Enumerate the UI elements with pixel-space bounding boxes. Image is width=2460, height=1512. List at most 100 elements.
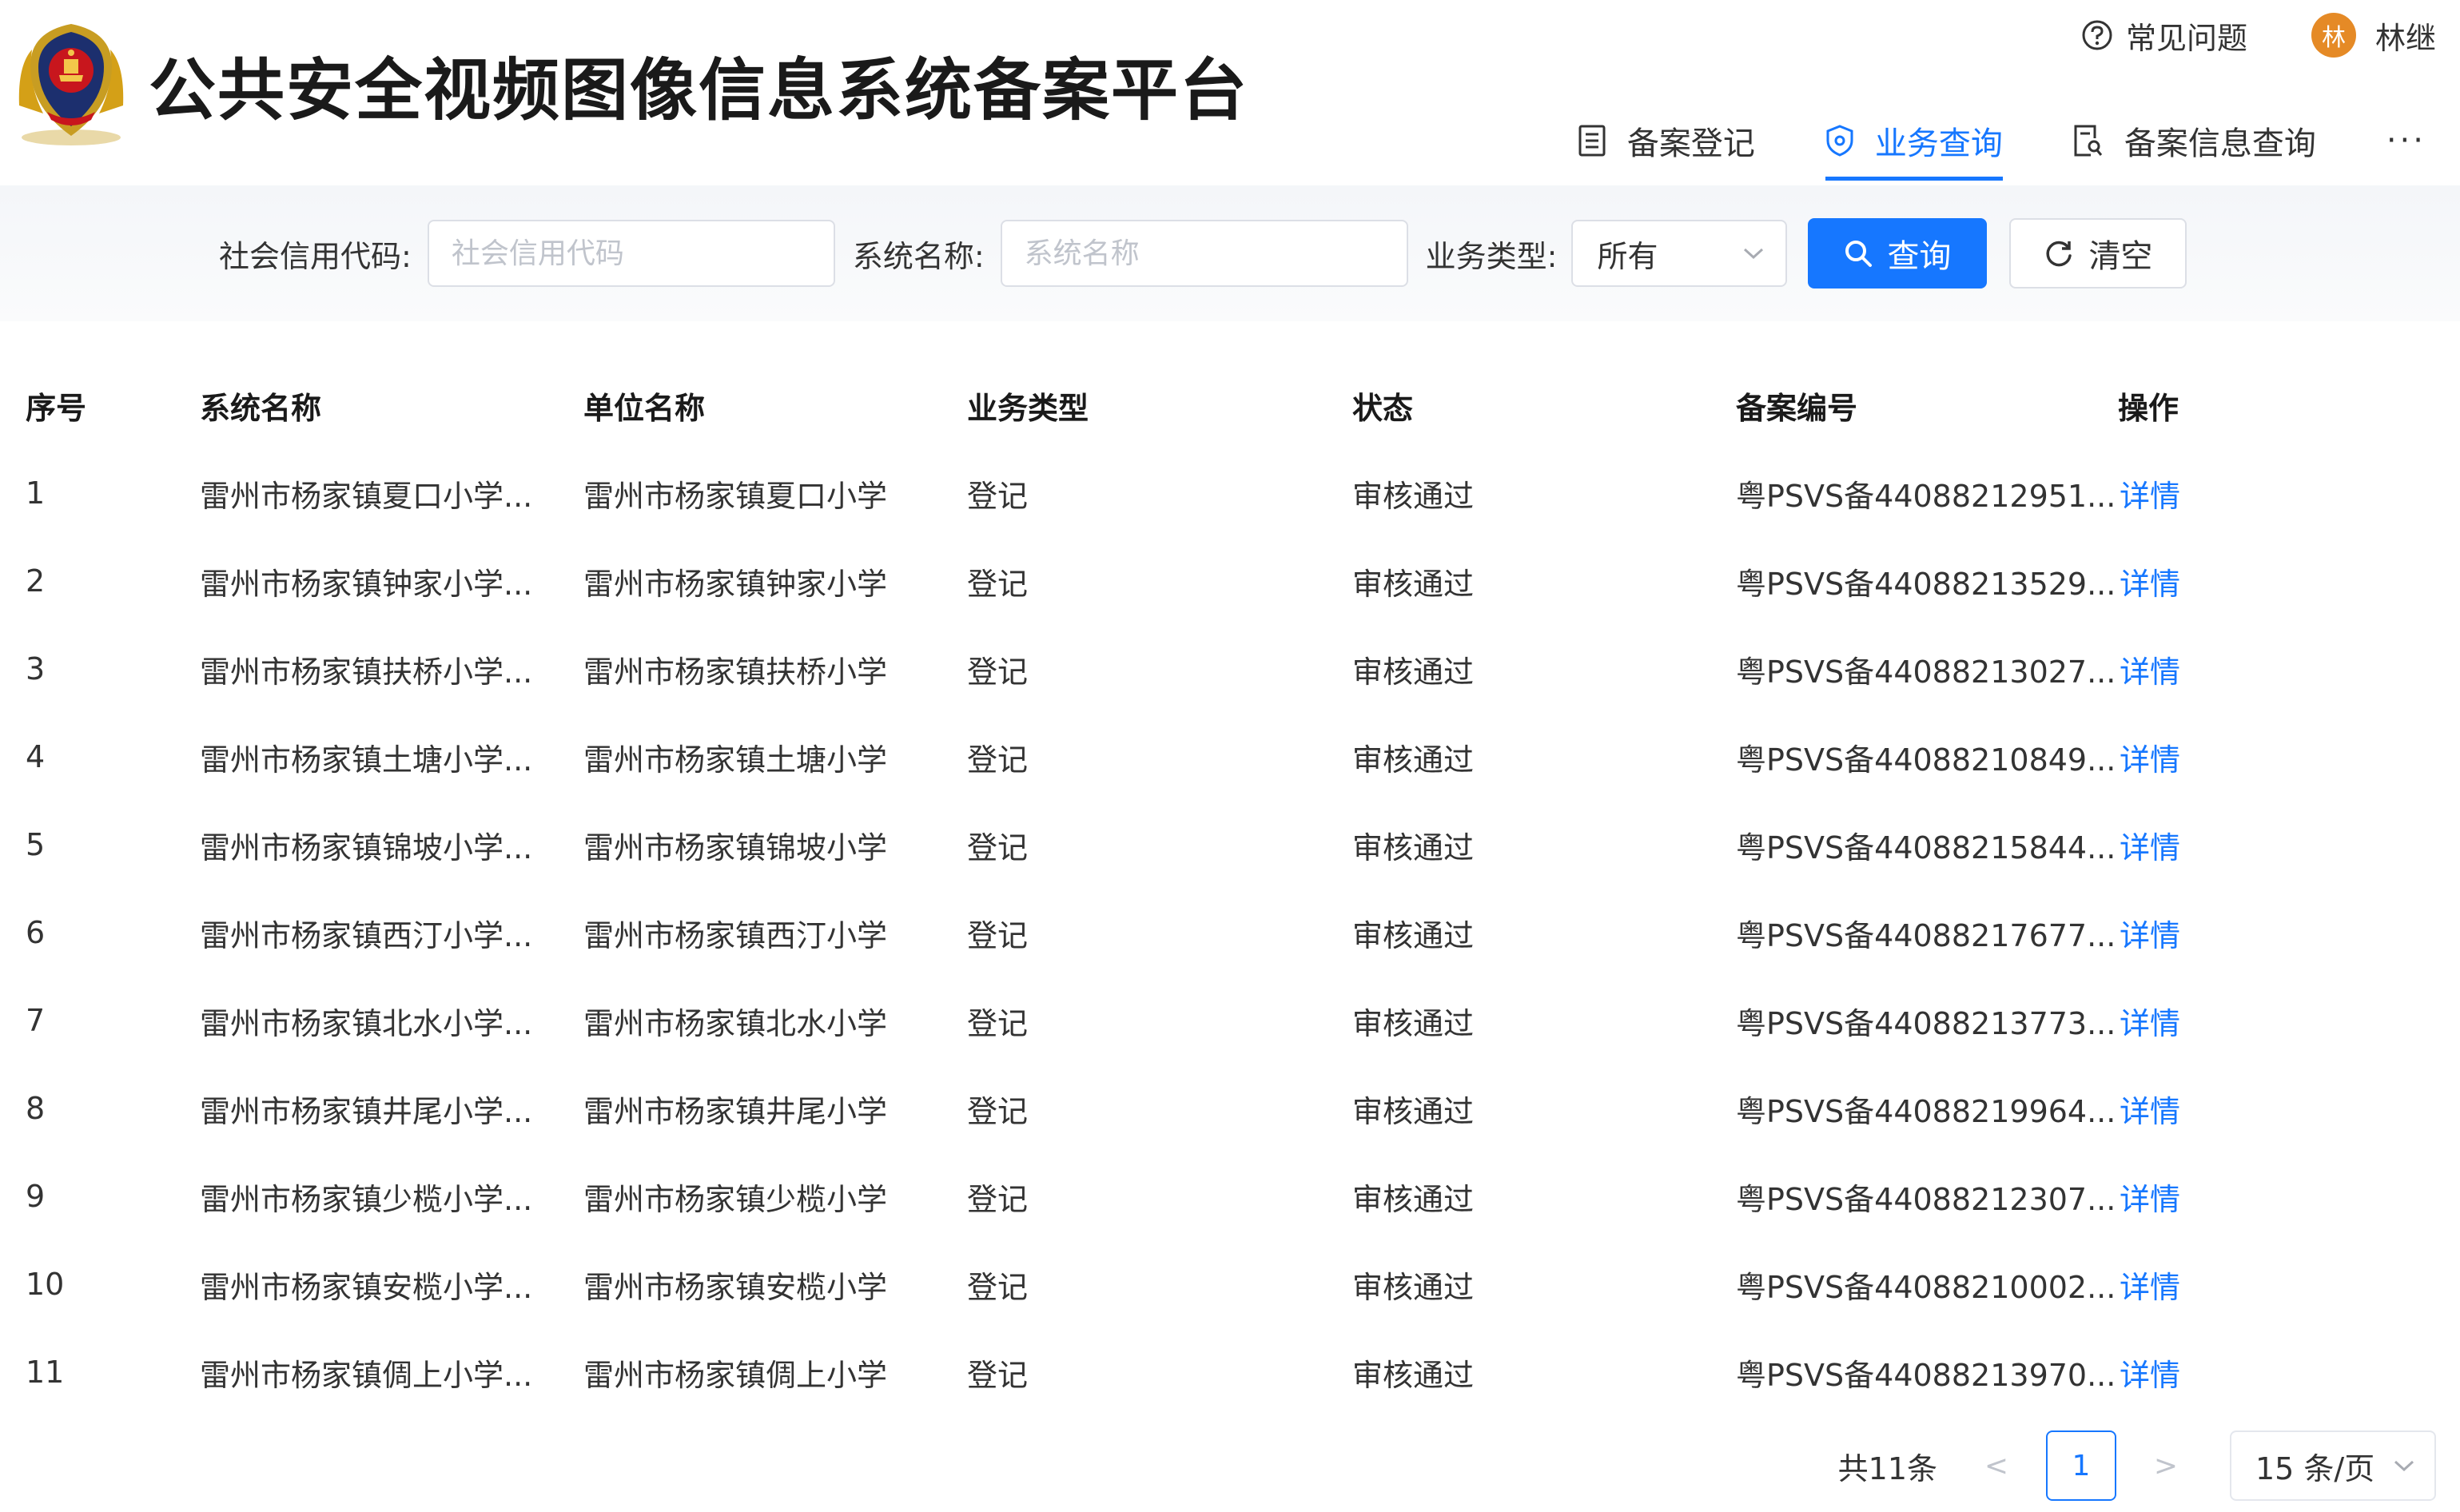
detail-link[interactable]: 详情 bbox=[2120, 1328, 2180, 1416]
cell-org-name: 雷州市杨家镇夏口小学 bbox=[583, 478, 888, 514]
cell-index: 1 bbox=[26, 475, 46, 511]
faq-label: 常见问题 bbox=[2125, 20, 2247, 56]
app-header: 公共安全视频图像信息系统备案平台 常见问题 林 林继 备案登记 业务查询 备案信… bbox=[0, 0, 2460, 185]
system-name-label: 系统名称: bbox=[852, 238, 985, 274]
cell-business-type: 登记 bbox=[967, 478, 1029, 514]
cell-index: 5 bbox=[26, 827, 46, 862]
cell-business-type: 登记 bbox=[967, 1005, 1029, 1041]
cell-org-name: 雷州市杨家镇西汀小学 bbox=[583, 917, 888, 953]
cell-status: 审核通过 bbox=[1352, 654, 1475, 690]
table-row: 5 雷州市杨家镇锦坡小学... 雷州市杨家镇锦坡小学 登记 审核通过 粤PSVS备4408… bbox=[0, 801, 2460, 889]
table-row: 2 雷州市杨家镇钟家小学... 雷州市杨家镇钟家小学 登记 审核通过 粤PSVS备4408… bbox=[0, 537, 2460, 625]
credit-code-input[interactable] bbox=[427, 220, 835, 287]
cell-org-name: 雷州市杨家镇土塘小学 bbox=[583, 742, 888, 778]
chevron-down-icon bbox=[1744, 248, 1764, 260]
search-icon bbox=[1845, 241, 1873, 267]
nav-item-registration[interactable]: 备案登记 bbox=[1578, 101, 1755, 181]
cell-system-name: 雷州市杨家镇安榄小学... bbox=[200, 1269, 533, 1305]
table-row: 9 雷州市杨家镇少榄小学... 雷州市杨家镇少榄小学 登记 审核通过 粤PSVS备4408… bbox=[0, 1152, 2460, 1240]
clear-button[interactable]: 清空 bbox=[2009, 218, 2187, 288]
table-row: 8 雷州市杨家镇井尾小学... 雷州市杨家镇井尾小学 登记 审核通过 粤PSVS备4408… bbox=[0, 1064, 2460, 1152]
cell-record-number: 粤PSVS备44088210002... bbox=[1736, 1269, 2116, 1305]
table-row: 3 雷州市杨家镇扶桥小学... 雷州市杨家镇扶桥小学 登记 审核通过 粤PSVS备4408… bbox=[0, 625, 2460, 713]
cell-record-number: 粤PSVS备44088212951... bbox=[1736, 478, 2116, 514]
cell-index: 2 bbox=[26, 563, 46, 599]
cell-system-name: 雷州市杨家镇北水小学... bbox=[200, 1005, 533, 1041]
system-name-input[interactable] bbox=[1000, 220, 1408, 287]
business-type-select[interactable]: 所有 bbox=[1571, 220, 1788, 287]
detail-link[interactable]: 详情 bbox=[2120, 1064, 2180, 1152]
cell-index: 7 bbox=[26, 1003, 46, 1038]
cell-record-number: 粤PSVS备44088210849... bbox=[1736, 742, 2116, 778]
cell-business-type: 登记 bbox=[967, 830, 1029, 865]
nav-item-record-query[interactable]: 备案信息查询 bbox=[2073, 101, 2316, 181]
prev-page-button[interactable]: < bbox=[1972, 1450, 2020, 1482]
document-search-icon bbox=[2074, 125, 2102, 157]
cell-index: 11 bbox=[26, 1355, 65, 1390]
cell-index: 6 bbox=[26, 915, 46, 950]
cell-business-type: 登记 bbox=[967, 1357, 1029, 1393]
page-size-value: 15 条/页 bbox=[2255, 1450, 2375, 1486]
cell-org-name: 雷州市杨家镇扶桥小学 bbox=[583, 654, 888, 690]
detail-link[interactable]: 详情 bbox=[2120, 977, 2180, 1064]
detail-link[interactable]: 详情 bbox=[2120, 449, 2180, 537]
faq-link[interactable]: 常见问题 bbox=[2081, 14, 2247, 58]
search-button-label: 查询 bbox=[1887, 238, 1952, 275]
detail-link[interactable]: 详情 bbox=[2120, 1240, 2180, 1328]
next-page-button[interactable]: > bbox=[2142, 1450, 2190, 1482]
chevron-down-icon bbox=[2394, 1460, 2414, 1472]
nav-label-record-query: 备案信息查询 bbox=[2124, 125, 2316, 162]
cell-system-name: 雷州市杨家镇钟家小学... bbox=[200, 566, 533, 602]
detail-link[interactable]: 详情 bbox=[2120, 1152, 2180, 1240]
filter-bar: 社会信用代码: 系统名称: 业务类型: 所有 查询 清空 bbox=[0, 185, 2460, 321]
cell-system-name: 雷州市杨家镇少榄小学... bbox=[200, 1181, 533, 1217]
cell-record-number: 粤PSVS备44088219964... bbox=[1736, 1093, 2116, 1129]
header-index: 序号 bbox=[26, 390, 87, 426]
avatar: 林 bbox=[2311, 13, 2356, 58]
shield-icon bbox=[1826, 125, 1853, 157]
cell-index: 10 bbox=[26, 1267, 65, 1302]
page-size-select[interactable]: 15 条/页 bbox=[2230, 1430, 2436, 1501]
header-status: 状态 bbox=[1352, 390, 1414, 426]
nav-item-business-query[interactable]: 业务查询 bbox=[1825, 101, 2003, 181]
user-menu[interactable]: 林 林继 bbox=[2311, 13, 2436, 58]
cell-index: 8 bbox=[26, 1091, 46, 1126]
cell-record-number: 粤PSVS备44088213970... bbox=[1736, 1357, 2116, 1393]
user-name: 林继 bbox=[2374, 20, 2436, 56]
detail-link[interactable]: 详情 bbox=[2120, 537, 2180, 625]
table-row: 7 雷州市杨家镇北水小学... 雷州市杨家镇北水小学 登记 审核通过 粤PSVS备4408… bbox=[0, 977, 2460, 1064]
cell-business-type: 登记 bbox=[967, 566, 1029, 602]
cell-status: 审核通过 bbox=[1352, 1005, 1475, 1041]
cell-business-type: 登记 bbox=[967, 1093, 1029, 1129]
cell-status: 审核通过 bbox=[1352, 1269, 1475, 1305]
header-business-type: 业务类型 bbox=[967, 390, 1089, 426]
question-circle-icon bbox=[2082, 20, 2112, 50]
detail-link[interactable]: 详情 bbox=[2120, 889, 2180, 977]
cell-record-number: 粤PSVS备44088213773... bbox=[1736, 1005, 2116, 1041]
header-actions: 操作 bbox=[2118, 390, 2179, 426]
cell-business-type: 登记 bbox=[967, 742, 1029, 778]
cell-system-name: 雷州市杨家镇锦坡小学... bbox=[200, 830, 533, 865]
nav-more-button[interactable]: ··· bbox=[2386, 122, 2426, 159]
detail-link[interactable]: 详情 bbox=[2120, 625, 2180, 713]
cell-status: 审核通过 bbox=[1352, 917, 1475, 953]
cell-status: 审核通过 bbox=[1352, 1357, 1475, 1393]
cell-org-name: 雷州市杨家镇北水小学 bbox=[583, 1005, 888, 1041]
page-number-current[interactable]: 1 bbox=[2046, 1430, 2116, 1501]
header-system-name: 系统名称 bbox=[200, 390, 322, 426]
cell-org-name: 雷州市杨家镇倜上小学 bbox=[583, 1357, 888, 1393]
table-row: 1 雷州市杨家镇夏口小学... 雷州市杨家镇夏口小学 登记 审核通过 粤PSVS备4408… bbox=[0, 449, 2460, 537]
table-row: 6 雷州市杨家镇西汀小学... 雷州市杨家镇西汀小学 登记 审核通过 粤PSVS备4408… bbox=[0, 889, 2460, 977]
app-title: 公共安全视频图像信息系统备案平台 bbox=[149, 51, 1249, 129]
cell-index: 4 bbox=[26, 739, 46, 774]
detail-link[interactable]: 详情 bbox=[2120, 713, 2180, 801]
cell-system-name: 雷州市杨家镇倜上小学... bbox=[200, 1357, 533, 1393]
header-org-name: 单位名称 bbox=[583, 390, 706, 426]
search-button[interactable]: 查询 bbox=[1808, 218, 1988, 288]
detail-link[interactable]: 详情 bbox=[2120, 801, 2180, 889]
table-row: 4 雷州市杨家镇土塘小学... 雷州市杨家镇土塘小学 登记 审核通过 粤PSVS备4408… bbox=[0, 713, 2460, 801]
cell-status: 审核通过 bbox=[1352, 566, 1475, 602]
clear-button-label: 清空 bbox=[2088, 238, 2153, 275]
cell-business-type: 登记 bbox=[967, 1269, 1029, 1305]
cell-org-name: 雷州市杨家镇锦坡小学 bbox=[583, 830, 888, 865]
